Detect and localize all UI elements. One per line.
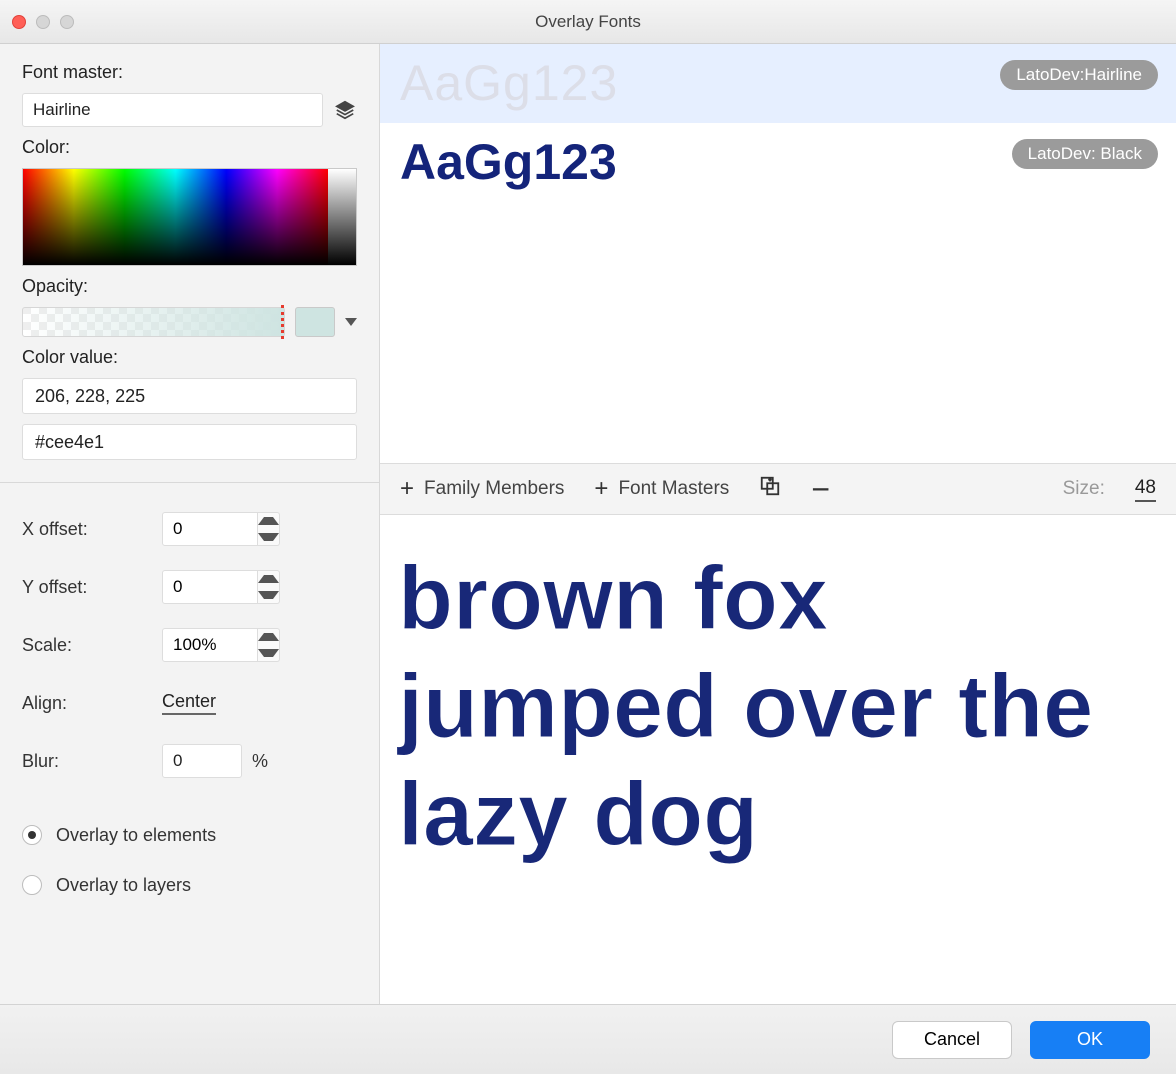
cancel-button[interactable]: Cancel bbox=[892, 1021, 1012, 1059]
font-masters-label: Font Masters bbox=[618, 478, 729, 500]
spacer bbox=[22, 795, 357, 805]
x-offset-up[interactable] bbox=[258, 513, 279, 529]
scale-up[interactable] bbox=[258, 629, 279, 645]
color-swatch[interactable] bbox=[295, 307, 335, 337]
blur-unit: % bbox=[252, 751, 268, 772]
scale-down[interactable] bbox=[258, 645, 279, 661]
font-master-label: Font master: bbox=[22, 62, 357, 83]
y-offset-label: Y offset: bbox=[22, 577, 162, 598]
color-picker[interactable] bbox=[22, 168, 357, 266]
add-font-masters-button[interactable]: + Font Masters bbox=[594, 477, 729, 501]
scale-arrows bbox=[258, 628, 280, 662]
add-family-members-button[interactable]: + Family Members bbox=[400, 477, 564, 501]
overlap-icon[interactable] bbox=[759, 475, 781, 503]
preview-row-hairline[interactable]: AaGg123 LatoDev:Hairline bbox=[380, 44, 1176, 123]
plus-icon: + bbox=[400, 477, 414, 501]
chevron-up-icon bbox=[258, 633, 279, 641]
chevron-up-icon bbox=[258, 575, 279, 583]
chevron-down-icon bbox=[258, 649, 279, 657]
chevron-down-icon bbox=[258, 533, 279, 541]
size-label: Size: bbox=[1063, 478, 1105, 500]
ok-button[interactable]: OK bbox=[1030, 1021, 1150, 1059]
overlay-layers-label: Overlay to layers bbox=[56, 875, 191, 896]
font-badge-black: LatoDev: Black bbox=[1012, 139, 1158, 169]
x-offset-input[interactable] bbox=[162, 512, 258, 546]
scale-stepper bbox=[162, 628, 280, 662]
x-offset-row: X offset: bbox=[22, 505, 357, 553]
color-hex-input[interactable] bbox=[22, 424, 357, 460]
scale-input[interactable] bbox=[162, 628, 258, 662]
blur-input[interactable] bbox=[162, 744, 242, 778]
plus-icon: + bbox=[594, 477, 608, 501]
color-label: Color: bbox=[22, 137, 357, 158]
x-offset-down[interactable] bbox=[258, 529, 279, 545]
remove-button[interactable]: − bbox=[811, 473, 830, 505]
y-offset-row: Y offset: bbox=[22, 563, 357, 611]
color-value-label: Color value: bbox=[22, 347, 357, 368]
x-offset-label: X offset: bbox=[22, 519, 162, 540]
window: Overlay Fonts Font master: Color: bbox=[0, 0, 1176, 1074]
opacity-slider[interactable] bbox=[22, 307, 285, 337]
overlay-layers-radio[interactable] bbox=[22, 875, 42, 895]
opacity-row bbox=[22, 307, 357, 337]
window-title: Overlay Fonts bbox=[0, 12, 1176, 32]
preview-pane: AaGg123 LatoDev:Hairline AaGg123 LatoDev… bbox=[380, 44, 1176, 1004]
y-offset-arrows bbox=[258, 570, 280, 604]
color-picker-brightness[interactable] bbox=[328, 169, 356, 265]
swatch-dropdown-icon[interactable] bbox=[345, 318, 357, 326]
color-picker-field[interactable] bbox=[23, 169, 328, 265]
opacity-label: Opacity: bbox=[22, 276, 357, 297]
align-label: Align: bbox=[22, 693, 162, 714]
font-badge-hairline: LatoDev:Hairline bbox=[1000, 60, 1158, 90]
sidebar: Font master: Color: Opacity: bbox=[0, 44, 380, 1004]
font-master-input[interactable] bbox=[22, 93, 323, 127]
color-rgb-input[interactable] bbox=[22, 378, 357, 414]
align-dropdown[interactable]: Center bbox=[162, 691, 216, 715]
size-value[interactable]: 48 bbox=[1135, 477, 1156, 502]
opacity-handle[interactable] bbox=[281, 305, 284, 339]
preview-row-black[interactable]: AaGg123 LatoDev: Black bbox=[380, 123, 1176, 463]
scale-label: Scale: bbox=[22, 635, 162, 656]
overlay-layers-radio-row[interactable]: Overlay to layers bbox=[22, 865, 357, 905]
y-offset-stepper bbox=[162, 570, 280, 604]
big-preview: brown fox jumped over the lazy dog bbox=[380, 515, 1176, 1004]
family-members-label: Family Members bbox=[424, 478, 564, 500]
layers-icon[interactable] bbox=[333, 98, 357, 122]
y-offset-up[interactable] bbox=[258, 571, 279, 587]
chevron-up-icon bbox=[258, 517, 279, 525]
blur-row: Blur: % bbox=[22, 737, 357, 785]
x-offset-arrows bbox=[258, 512, 280, 546]
preview-toolbar: + Family Members + Font Masters − bbox=[380, 463, 1176, 515]
overlay-elements-radio-row[interactable]: Overlay to elements bbox=[22, 815, 357, 855]
x-offset-stepper bbox=[162, 512, 280, 546]
align-row: Align: Center bbox=[22, 679, 357, 727]
y-offset-input[interactable] bbox=[162, 570, 258, 604]
chevron-down-icon bbox=[258, 591, 279, 599]
scale-row: Scale: bbox=[22, 621, 357, 669]
overlay-elements-label: Overlay to elements bbox=[56, 825, 216, 846]
footer: Cancel OK bbox=[0, 1004, 1176, 1074]
titlebar: Overlay Fonts bbox=[0, 0, 1176, 44]
font-master-row bbox=[22, 93, 357, 127]
sidebar-divider bbox=[0, 482, 379, 483]
blur-label: Blur: bbox=[22, 751, 162, 772]
body: Font master: Color: Opacity: bbox=[0, 44, 1176, 1004]
y-offset-down[interactable] bbox=[258, 587, 279, 603]
overlay-elements-radio[interactable] bbox=[22, 825, 42, 845]
big-preview-text: brown fox jumped over the lazy dog bbox=[398, 545, 1158, 869]
